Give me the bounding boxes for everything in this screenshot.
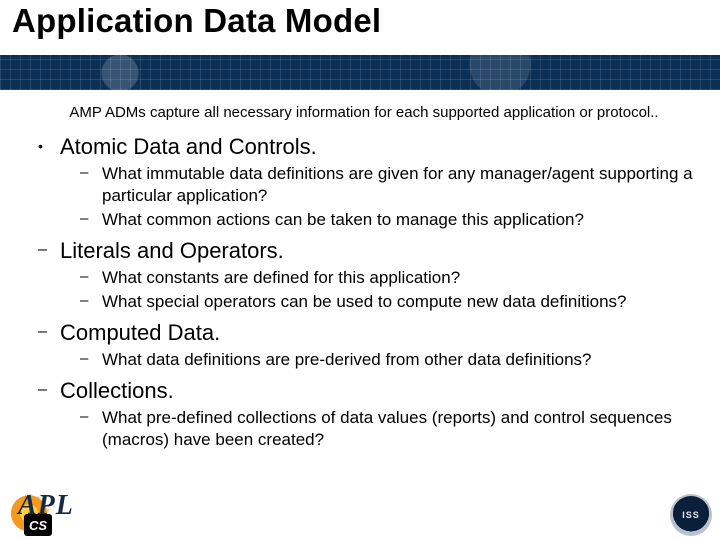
list-item: What constants are defined for this appl… — [102, 267, 698, 289]
list-item: What data definitions are pre-derived fr… — [102, 349, 698, 371]
section-items: What constants are defined for this appl… — [60, 267, 698, 313]
section-items: What pre-defined collections of data val… — [60, 407, 698, 451]
slide: Application Data Model AMP ADMs capture … — [0, 0, 720, 540]
section-collections: Collections. What pre-defined collection… — [60, 377, 698, 451]
outline-list: Atomic Data and Controls. What immutable… — [30, 133, 698, 451]
list-item: What common actions can be taken to mana… — [102, 209, 698, 231]
section-atomic: Atomic Data and Controls. What immutable… — [60, 133, 698, 231]
section-heading: Literals and Operators. — [60, 238, 284, 263]
iss-badge-icon — [670, 494, 712, 536]
section-heading: Collections. — [60, 378, 174, 403]
slide-title: Application Data Model — [12, 2, 381, 40]
blueprint-background — [0, 55, 720, 90]
list-item: What pre-defined collections of data val… — [102, 407, 698, 451]
section-computed: Computed Data. What data definitions are… — [60, 319, 698, 371]
logo-right — [670, 494, 712, 536]
section-items: What data definitions are pre-derived fr… — [60, 349, 698, 371]
title-band: Application Data Model — [0, 0, 720, 90]
content-area: AMP ADMs capture all necessary informati… — [0, 90, 720, 451]
footer: CS APL — [0, 494, 720, 540]
intro-text: AMP ADMs capture all necessary informati… — [48, 104, 680, 123]
section-heading: Atomic Data and Controls. — [60, 134, 317, 159]
section-literals: Literals and Operators. What constants a… — [60, 237, 698, 313]
list-item: What immutable data definitions are give… — [102, 163, 698, 207]
list-item: What special operators can be used to co… — [102, 291, 698, 313]
logo-center: APL — [0, 490, 720, 522]
section-heading: Computed Data. — [60, 320, 220, 345]
section-items: What immutable data definitions are give… — [60, 163, 698, 230]
